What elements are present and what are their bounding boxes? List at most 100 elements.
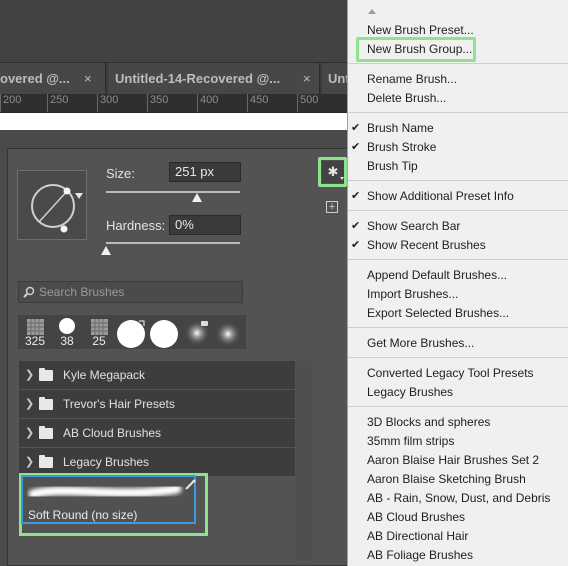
menu-highlight-box (356, 37, 476, 62)
hardness-field[interactable]: 0% (169, 215, 241, 235)
brush-preview-dropdown-icon[interactable] (75, 193, 83, 199)
menu-item[interactable]: AB Cloud Brushes (367, 509, 465, 526)
brush-preset-soft-round[interactable]: Soft Round (no size) (21, 475, 196, 524)
menu-item[interactable]: Legacy Brushes (367, 384, 453, 401)
brush-group-name: Trevor's Hair Presets (63, 397, 175, 411)
brush-group-name: Kyle Megapack (63, 368, 146, 382)
brush-group-name: Legacy Brushes (63, 455, 150, 469)
edit-brush-icon[interactable] (184, 479, 196, 491)
brush-name: Soft Round (no size) (28, 508, 138, 522)
menu-item[interactable]: 35mm film strips (367, 433, 454, 450)
menu-separator (348, 112, 568, 113)
size-field[interactable]: 251 px (169, 162, 241, 182)
menu-item[interactable]: Rename Brush... (367, 71, 457, 88)
chevron-right-icon[interactable]: ❯ (25, 370, 34, 381)
recent-brush[interactable]: 38 (52, 317, 82, 348)
close-tab-icon[interactable]: × (303, 63, 311, 95)
chevron-right-icon[interactable]: ❯ (25, 428, 34, 439)
scroll-up-icon[interactable] (368, 9, 376, 14)
menu-item[interactable]: Delete Brush... (367, 90, 446, 107)
menu-separator (348, 357, 568, 358)
soft-round-brush-icon (215, 321, 241, 347)
brush-size-number: 325 (24, 334, 46, 348)
menu-separator (348, 327, 568, 328)
folder-icon (39, 426, 53, 439)
document-tab-title: Untitled-14-Recovered @... (115, 71, 281, 86)
hard-round-brush-icon (150, 320, 178, 348)
ruler-tick: 500 (297, 94, 318, 112)
recent-brushes: 325 38 25 (18, 315, 246, 349)
brush-stroke-preview (28, 484, 182, 499)
checkmark-icon: ✔ (351, 141, 361, 153)
menu-separator (348, 259, 568, 260)
brush-settings-menu: New Brush Preset... New Brush Group... Ren… (347, 0, 568, 566)
ruler-tick: 450 (247, 94, 268, 112)
brush-group-row[interactable]: ❯ Trevor's Hair Presets (19, 390, 295, 419)
ruler-tick: 300 (97, 94, 118, 112)
brush-tip-preview[interactable] (17, 170, 87, 240)
checkmark-icon: ✔ (351, 190, 361, 202)
brush-group-row[interactable]: ❯ AB Cloud Brushes (19, 419, 295, 448)
brush-angle-roundness-icon[interactable] (18, 171, 88, 241)
menu-item[interactable]: Brush Stroke (367, 139, 436, 156)
hardness-label: Hardness: (106, 218, 166, 233)
menu-item[interactable]: Export Selected Brushes... (367, 305, 509, 322)
recent-brush[interactable] (182, 317, 212, 347)
chevron-right-icon[interactable]: ❯ (25, 399, 34, 410)
checkmark-icon: ✔ (351, 239, 361, 251)
folder-icon (39, 397, 53, 410)
brush-group-list: ❯ Kyle Megapack ❯ Trevor's Hair Presets … (19, 361, 295, 477)
menu-item[interactable]: Show Recent Brushes (367, 237, 486, 254)
menu-separator (348, 406, 568, 407)
search-icon (23, 286, 35, 298)
close-tab-icon[interactable]: × (84, 63, 92, 95)
menu-item[interactable]: Show Search Bar (367, 218, 460, 235)
document-tab-2[interactable]: Untitled-14-Recovered @... × (108, 63, 320, 95)
new-preset-icon[interactable]: + (326, 201, 338, 213)
recent-brush[interactable]: 325 (20, 317, 50, 348)
hard-round-brush-icon (117, 320, 145, 348)
menu-item[interactable]: Import Brushes... (367, 286, 458, 303)
menu-item[interactable]: AB Directional Hair (367, 528, 468, 545)
chevron-down-icon (340, 177, 344, 180)
size-slider-thumb[interactable] (192, 193, 203, 202)
folder-icon (39, 455, 53, 468)
ruler-tick: 200 (0, 94, 21, 112)
menu-item[interactable]: Aaron Blaise Sketching Brush (367, 471, 526, 488)
ruler-tick: 250 (47, 94, 68, 112)
menu-item[interactable]: Get More Brushes... (367, 335, 474, 352)
menu-item[interactable]: AB - Rain, Snow, Dust, and Debris (367, 490, 550, 507)
document-tab-title: overed @... (0, 71, 70, 86)
checkmark-icon: ✔ (351, 220, 361, 232)
menu-item[interactable]: Show Additional Preset Info (367, 188, 514, 205)
brush-size-number: 38 (60, 334, 74, 348)
menu-item[interactable]: Aaron Blaise Hair Brushes Set 2 (367, 452, 539, 469)
search-input[interactable] (39, 282, 239, 302)
menu-item[interactable]: Append Default Brushes... (367, 267, 507, 284)
menu-separator (348, 180, 568, 181)
menu-item[interactable]: Brush Tip (367, 158, 418, 175)
menu-item[interactable]: 3D Blocks and spheres (367, 414, 490, 431)
menu-item[interactable]: AB Foliage Brushes (367, 547, 473, 564)
soft-round-brush-icon (184, 320, 210, 346)
hardness-slider-thumb[interactable] (101, 246, 111, 255)
document-tab-1[interactable]: overed @... × (0, 63, 106, 95)
brush-size-number: 25 (92, 334, 106, 348)
recent-brush[interactable] (213, 317, 243, 347)
size-slider-track[interactable] (106, 191, 240, 193)
search-bar[interactable] (18, 281, 243, 303)
checkmark-icon: ✔ (351, 122, 361, 134)
brush-group-name: AB Cloud Brushes (63, 426, 162, 440)
brush-group-row[interactable]: ❯ Kyle Megapack (19, 361, 295, 390)
ruler-tick: 400 (197, 94, 218, 112)
recent-brush[interactable]: 25 (84, 317, 114, 348)
menu-item[interactable]: Brush Name (367, 120, 434, 137)
chevron-right-icon[interactable]: ❯ (25, 457, 34, 468)
menu-item[interactable]: Converted Legacy Tool Presets (367, 365, 534, 382)
menu-separator (348, 210, 568, 211)
size-label: Size: (106, 166, 135, 181)
ruler-tick: 350 (147, 94, 168, 112)
recent-brush[interactable] (115, 317, 147, 348)
hardness-slider-track[interactable] (106, 242, 240, 244)
recent-brush[interactable] (148, 317, 180, 348)
